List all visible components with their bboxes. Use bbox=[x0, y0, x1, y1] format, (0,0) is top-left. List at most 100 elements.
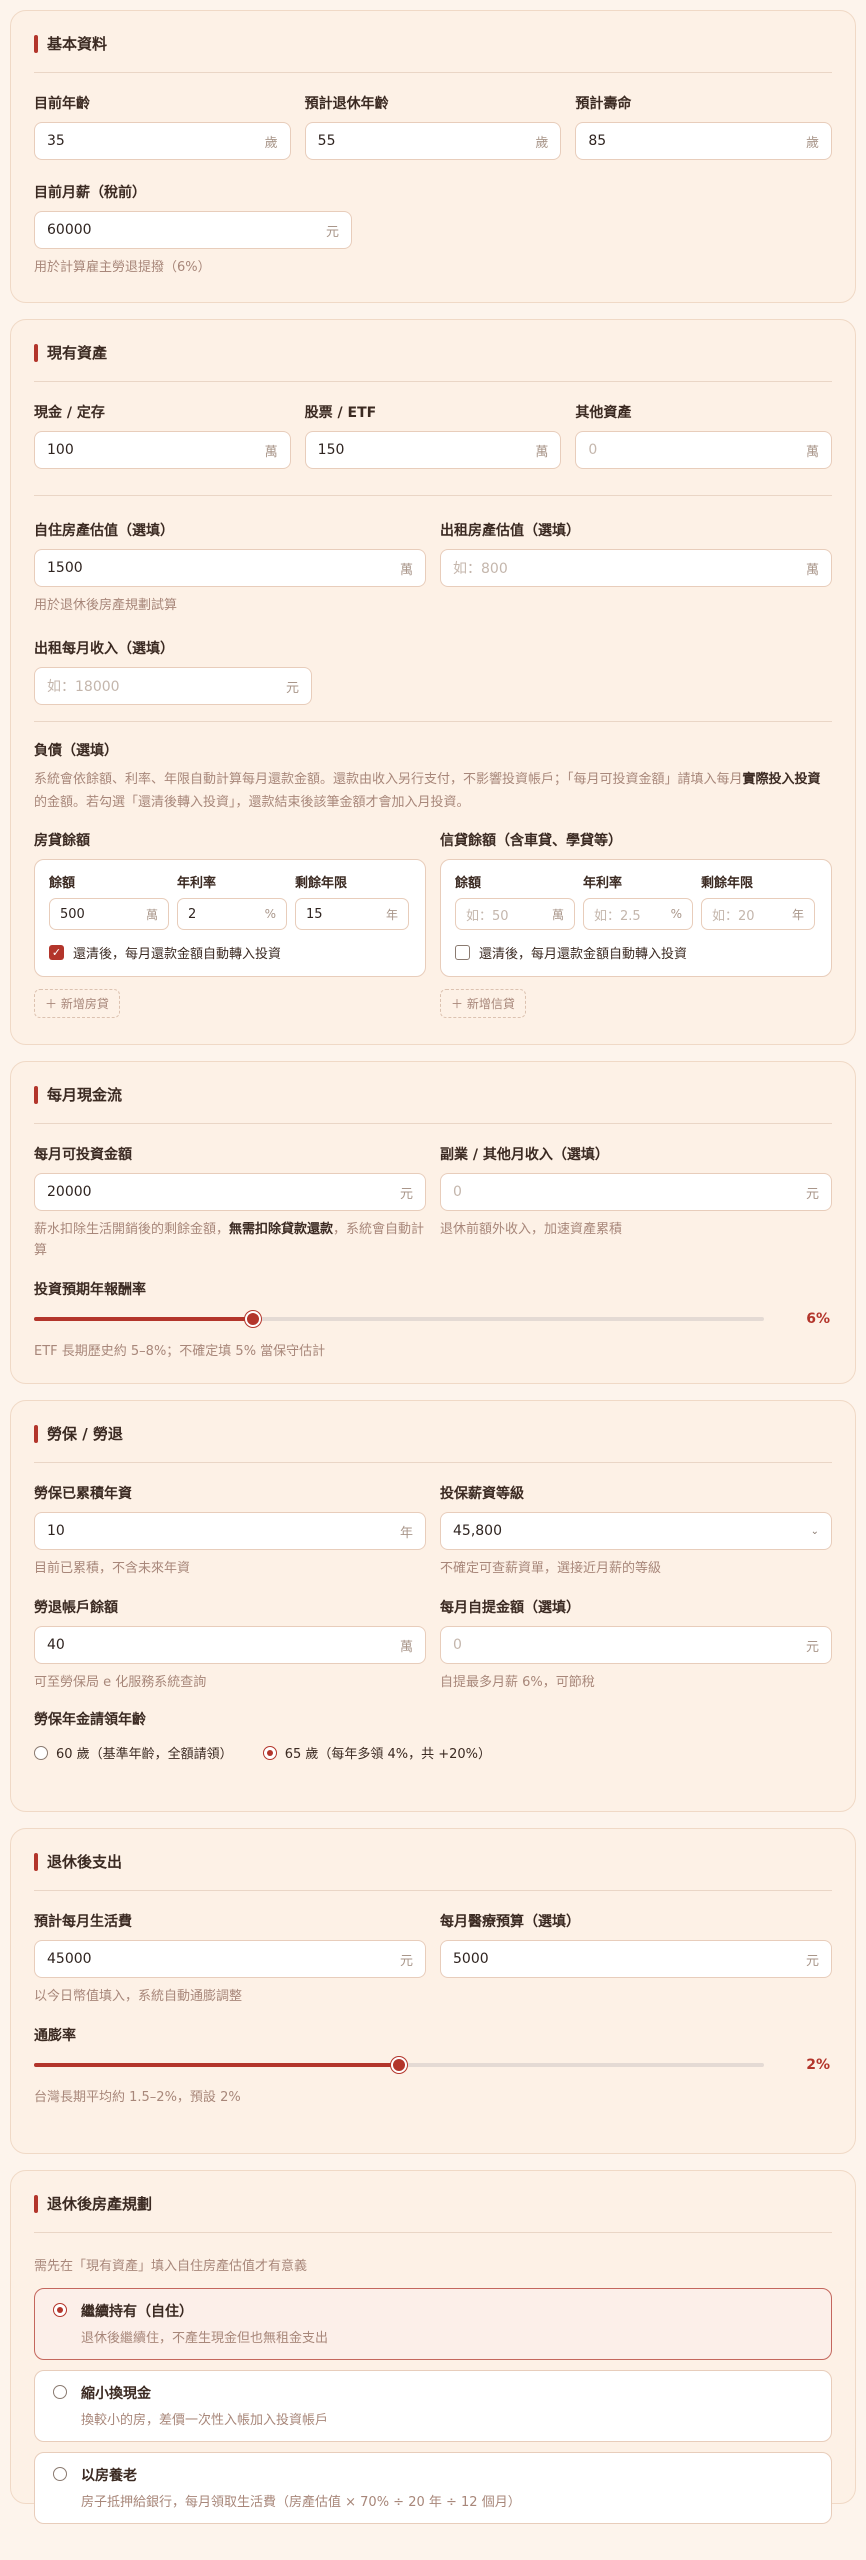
basic-info-title-text: 基本資料 bbox=[47, 35, 108, 53]
voluntary-contribution-input[interactable]: 0元 bbox=[440, 1626, 832, 1664]
pension-balance-unit: 萬 bbox=[399, 1639, 413, 1655]
labor-title: 勞保 / 勞退 bbox=[34, 1423, 832, 1463]
loan-box: 餘額 如：50 萬 年利率 如：2.5% 剩餘年限 如：20 年 還清後，每月還款金… bbox=[440, 859, 832, 977]
mortgage-title: 房貸餘額 bbox=[34, 833, 90, 849]
living-expense-unit: 元 bbox=[399, 1953, 413, 1969]
monthly-invest-unit: 元 bbox=[399, 1186, 413, 1202]
return-rate-thumb[interactable] bbox=[245, 1311, 261, 1327]
claim-age-65-radio[interactable] bbox=[262, 1745, 277, 1760]
monthly-invest-value: 20000 bbox=[47, 1184, 92, 1200]
medical-budget-input[interactable]: 5000 元 bbox=[440, 1940, 832, 1978]
property-option-keep-radio[interactable] bbox=[53, 2303, 67, 2317]
mortgage-years-label: 剩餘年限 bbox=[295, 876, 348, 891]
cashflow-title-text: 每月現金流 bbox=[47, 1086, 123, 1104]
cash-label: 現金 / 定存 bbox=[34, 405, 105, 421]
claim-age-60-label[interactable]: 60 歲（基準年齡，全額請領） bbox=[56, 1743, 233, 1762]
side-income-hint: 退休前額外收入，加速資產累積 bbox=[440, 1222, 623, 1237]
side-income-placeholder: 0 bbox=[453, 1184, 462, 1200]
life-expectancy-label: 預計壽命 bbox=[575, 96, 632, 112]
mortgage-years-input[interactable]: 15 年 bbox=[295, 898, 409, 930]
rent-income-placeholder: 如：18000 bbox=[47, 679, 120, 695]
claim-age-60-radio[interactable] bbox=[34, 1745, 48, 1760]
salary-grade-label: 投保薪資等級 bbox=[440, 1486, 524, 1502]
loan-rate-input[interactable]: 如：2.5% bbox=[583, 898, 693, 930]
salary-value: 60000 bbox=[47, 222, 92, 238]
add-loan-button[interactable]: ＋ 新增信貸 bbox=[440, 989, 526, 1018]
inflation-track[interactable] bbox=[34, 2057, 764, 2073]
basic-info-card: 基本資料 目前年齡 35 歲 預計退休年齡 55 歲 預計壽命 85 歲 目前月薪（稅… bbox=[10, 10, 856, 303]
stocks-unit: 萬 bbox=[535, 444, 549, 460]
salary-grade-select[interactable]: 45,800 ⌄ bbox=[440, 1512, 832, 1550]
monthly-invest-input[interactable]: 20000 元 bbox=[34, 1173, 426, 1211]
pension-balance-hint: 可至勞保局 e 化服務系統查詢 bbox=[34, 1675, 207, 1690]
life-expectancy-unit: 歲 bbox=[806, 135, 820, 151]
claim-age-65-label[interactable]: 65 歲（每年多領 4%，共 +20%） bbox=[285, 1743, 491, 1762]
inflation-thumb[interactable] bbox=[391, 2057, 407, 2073]
property-option-reverse-mortgage-radio[interactable] bbox=[53, 2467, 67, 2481]
stocks-label: 股票 / ETF bbox=[304, 405, 377, 421]
cash-input[interactable]: 100 萬 bbox=[34, 431, 291, 469]
mortgage-transfer-label: 還清後，每月還款金額自動轉入投資 bbox=[73, 947, 282, 962]
retire-age-input[interactable]: 55 歲 bbox=[304, 122, 562, 160]
property-option-downsize-radio[interactable] bbox=[53, 2385, 67, 2399]
inflation-slider[interactable]: 2% bbox=[34, 2057, 832, 2073]
mortgage-box: 餘額 500 萬 年利率 2% 剩餘年限 15 年 ✓ 還清後，每月還款金額自動轉入投… bbox=[34, 859, 426, 977]
rental-value-placeholder: 如：800 bbox=[453, 561, 508, 577]
stocks-value: 150 bbox=[317, 442, 345, 458]
mortgage-balance-input[interactable]: 500 萬 bbox=[49, 898, 169, 930]
side-income-input[interactable]: 0元 bbox=[440, 1173, 832, 1211]
basic-info-title: 基本資料 bbox=[34, 33, 832, 73]
property-option-downsize[interactable]: 縮小換現金 換較小的房，差價一次性入帳加入投資帳戶 bbox=[34, 2370, 832, 2442]
loan-transfer-label: 還清後，每月還款金額自動轉入投資 bbox=[479, 947, 688, 962]
living-expense-label: 預計每月生活費 bbox=[34, 1914, 132, 1930]
add-mortgage-button[interactable]: ＋ 新增房貸 bbox=[34, 989, 120, 1018]
rental-value-input[interactable]: 如：800 萬 bbox=[440, 549, 832, 587]
property-option-reverse-mortgage[interactable]: 以房養老 房子抵押給銀行，每月領取生活費（房產估值 × 70% ÷ 20 年 ÷… bbox=[34, 2452, 832, 2524]
home-value-value: 1500 bbox=[47, 560, 83, 576]
rental-value-unit: 萬 bbox=[805, 562, 819, 578]
salary-input[interactable]: 60000 元 bbox=[34, 211, 352, 249]
mortgage-rate-input[interactable]: 2% bbox=[177, 898, 287, 930]
claim-age-label: 勞保年金請領年齡 bbox=[34, 1712, 146, 1728]
mortgage-transfer-checkbox[interactable]: ✓ 還清後，每月還款金額自動轉入投資 bbox=[49, 943, 411, 962]
return-rate-track[interactable] bbox=[34, 1311, 764, 1327]
life-expectancy-input[interactable]: 85 歲 bbox=[575, 122, 833, 160]
debt-title: 負債（選填） bbox=[34, 743, 118, 759]
rent-income-input[interactable]: 如：18000 元 bbox=[34, 667, 312, 705]
assets-title: 現有資產 bbox=[34, 342, 832, 382]
title-accent-bar bbox=[34, 1085, 38, 1104]
loan-balance-input[interactable]: 如：50 萬 bbox=[455, 898, 575, 930]
divider bbox=[34, 721, 832, 722]
other-assets-placeholder: 0 bbox=[588, 442, 598, 458]
loan-years-input[interactable]: 如：20 年 bbox=[701, 898, 815, 930]
current-age-input[interactable]: 35 歲 bbox=[34, 122, 291, 160]
loan-balance-placeholder: 如：50 bbox=[466, 908, 509, 924]
debt-desc-part-c: 的金額。若勾選「還清後轉入投資」，還款結束後該筆金額才會加入月投資。 bbox=[34, 795, 470, 810]
assets-card: 現有資產 現金 / 定存 100 萬 股票 / ETF 150 萬 其他資產 0萬 … bbox=[10, 319, 856, 1045]
mortgage-rate-unit: % bbox=[264, 907, 276, 921]
divider bbox=[34, 495, 832, 496]
mortgage-years-unit: 年 bbox=[385, 907, 398, 922]
debt-description: 系統會依餘額、利率、年限自動計算每月還款金額。還款由收入另行支付，不影響投資帳戶… bbox=[34, 768, 832, 814]
expenses-title-text: 退休後支出 bbox=[47, 1853, 123, 1871]
cashflow-title: 每月現金流 bbox=[34, 1084, 832, 1124]
title-accent-bar bbox=[34, 343, 38, 362]
home-value-unit: 萬 bbox=[399, 562, 413, 578]
other-assets-input[interactable]: 0萬 bbox=[575, 431, 833, 469]
insurance-years-input[interactable]: 10 年 bbox=[34, 1512, 426, 1550]
mortgage-rate-value: 2 bbox=[188, 906, 197, 922]
inflation-fill bbox=[34, 2063, 399, 2067]
medical-budget-unit: 元 bbox=[805, 1953, 819, 1969]
return-rate-slider[interactable]: 6% bbox=[34, 1311, 832, 1327]
life-expectancy-value: 85 bbox=[588, 133, 607, 149]
living-expense-input[interactable]: 45000 元 bbox=[34, 1940, 426, 1978]
property-option-keep[interactable]: 繼續持有（自住） 退休後繼續住，不產生現金但也無租金支出 bbox=[34, 2288, 832, 2360]
expenses-card: 退休後支出 預計每月生活費 45000 元 以今日幣值填入，系統自動通膨調整 每月… bbox=[10, 1828, 856, 2154]
rental-value-label: 出租房產估值（選填） bbox=[440, 523, 580, 539]
title-accent-bar bbox=[34, 2194, 38, 2213]
home-value-input[interactable]: 1500 萬 bbox=[34, 549, 426, 587]
loan-transfer-checkbox[interactable]: 還清後，每月還款金額自動轉入投資 bbox=[455, 943, 817, 962]
stocks-input[interactable]: 150 萬 bbox=[304, 431, 562, 469]
pension-balance-input[interactable]: 40 萬 bbox=[34, 1626, 426, 1664]
property-plan-note: 需先在「現有資產」填入自住房產估值才有意義 bbox=[34, 2259, 308, 2274]
